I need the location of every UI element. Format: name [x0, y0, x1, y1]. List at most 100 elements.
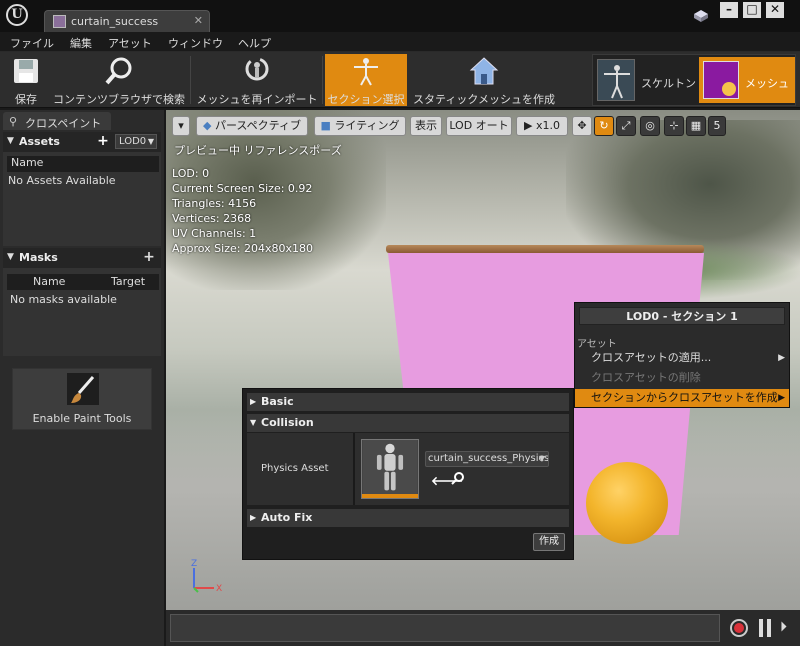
save-icon [14, 59, 38, 83]
tab-close-icon[interactable]: ✕ [194, 14, 203, 27]
skeleton-mode-label[interactable]: スケルトン [641, 75, 696, 91]
physics-asset-thumbnail[interactable] [361, 439, 419, 499]
apply-cloth-asset-item[interactable]: クロスアセットの適用... ▶ [575, 349, 789, 367]
chevron-down-icon: ▼ [147, 137, 154, 146]
section-select-label: セクション選択 [327, 93, 405, 106]
collision-category[interactable]: ▼ Collision [247, 414, 569, 432]
translate-tool-button[interactable]: ✥ [572, 116, 592, 136]
submenu-arrow-icon: ▶ [778, 393, 785, 403]
viewport-options-button[interactable]: ▾ [172, 116, 190, 136]
document-tab-label: curtain_success [71, 15, 159, 28]
timeline-scrubber[interactable] [170, 614, 720, 642]
lod-selector-value: LOD0 [119, 136, 147, 147]
remove-cloth-asset-item: クロスアセットの削除 [575, 369, 789, 387]
context-menu-title: LOD0 - セクション 1 [579, 307, 785, 325]
property-splitter[interactable] [353, 433, 355, 505]
find-in-content-browser-button[interactable]: コンテンツブラウザで検索 [52, 54, 186, 106]
mesh-mode-button[interactable]: メッシュ [699, 57, 795, 103]
scale-tool-button[interactable]: ⤢ [616, 116, 636, 136]
remove-cloth-asset-label: クロスアセットの削除 [591, 371, 701, 384]
assets-name-column-label: Name [11, 156, 44, 169]
paint-brush-icon [67, 373, 99, 405]
section-context-menu: LOD0 - セクション 1 アセット クロスアセットの適用... ▶ クロスア… [574, 302, 790, 408]
reimport-label: メッシュを再インポート [196, 93, 318, 106]
save-button[interactable]: 保存 [4, 54, 48, 106]
create-cloth-asset-popup: ▶ Basic ▼ Collision Physics Asset curtai… [242, 388, 574, 560]
axis-x-label: X [216, 584, 222, 594]
menu-window[interactable]: ウィンドウ [168, 35, 223, 51]
assets-header-label: Assets [19, 135, 60, 148]
perspective-button[interactable]: ◆ パースペクティブ [196, 116, 308, 136]
menu-bar: ファイル 編集 アセット ウィンドウ ヘルプ [0, 32, 800, 52]
stat-uv-channels: UV Channels: 1 [172, 227, 257, 240]
collapse-arrow-icon: ▼ [7, 136, 14, 146]
masks-target-column[interactable]: Target [111, 275, 145, 288]
masks-list[interactable]: Name Target No masks available [3, 268, 161, 356]
close-window-button[interactable]: ✕ [766, 2, 784, 18]
assets-section-header[interactable]: ▼ Assets + LOD0 ▼ [3, 132, 161, 152]
menu-edit[interactable]: 編集 [70, 35, 92, 51]
collapse-arrow-icon: ▼ [250, 418, 257, 427]
create-cloth-asset-item[interactable]: セクションからクロスアセットを作成 ▶ [575, 389, 789, 407]
menu-asset[interactable]: アセット [108, 35, 152, 51]
menu-help[interactable]: ヘルプ [238, 35, 271, 51]
asset-mode-switcher: スケルトン メッシュ [592, 54, 796, 106]
world-local-button[interactable]: ◎ [640, 116, 660, 136]
mesh-mode-label: メッシュ [745, 77, 789, 90]
create-button[interactable]: 作成 [533, 533, 565, 551]
menu-file[interactable]: ファイル [10, 35, 54, 51]
assets-name-column[interactable]: Name [7, 156, 159, 172]
physics-asset-label: Physics Asset [261, 463, 329, 474]
lighting-button[interactable]: ■ ライティング [314, 116, 406, 136]
show-button[interactable]: 表示 [410, 116, 442, 136]
collision-category-label: Collision [261, 416, 314, 429]
pause-button[interactable] [758, 619, 772, 637]
reimport-mesh-button[interactable]: メッシュを再インポート [194, 54, 320, 106]
playback-speed-button[interactable]: ▶ x1.0 [516, 116, 568, 136]
grid-snap-button[interactable]: ▦ [686, 116, 706, 136]
cloth-paint-panel: ⚲ クロスペイント ▼ Assets + LOD0 ▼ Name No Asset… [0, 110, 164, 646]
add-mask-icon[interactable]: + [141, 249, 157, 265]
perspective-label: パースペクティブ [214, 119, 301, 132]
submenu-arrow-icon: ▶ [778, 353, 785, 363]
maximize-button[interactable]: □ [743, 2, 761, 18]
mesh-mode-icon [703, 61, 739, 99]
basic-category[interactable]: ▶ Basic [247, 393, 569, 411]
make-static-mesh-button[interactable]: スタティックメッシュを作成 [410, 54, 558, 106]
masks-name-column[interactable]: Name [33, 275, 65, 288]
toolbar-separator [190, 56, 191, 104]
grid-size-button[interactable]: 5 [708, 116, 726, 136]
masks-section-header[interactable]: ▼ Masks + [3, 248, 161, 268]
lod-auto-button[interactable]: LOD オート [446, 116, 512, 136]
animation-control-bar: ⏵ [166, 610, 800, 646]
play-icon: ▶ [524, 119, 533, 132]
rotate-tool-button[interactable]: ↻ [594, 116, 614, 136]
physics-body-icon [362, 440, 418, 496]
context-menu-section-label: アセット [577, 339, 617, 350]
create-cloth-asset-label: セクションからクロスアセットを作成 [591, 391, 778, 404]
snap-icon: ⊹ [669, 119, 679, 132]
axis-gizmo-icon: Z X [191, 559, 222, 594]
section-select-button[interactable]: セクション選択 [325, 54, 407, 106]
record-button[interactable] [730, 619, 748, 637]
skeleton-mode-icon[interactable] [597, 59, 635, 101]
add-asset-icon[interactable]: + [95, 133, 111, 149]
surface-snap-button[interactable]: ⊹ [664, 116, 684, 136]
assets-list[interactable]: Name No Assets Available [3, 152, 161, 246]
notification-icon[interactable] [694, 10, 708, 22]
enable-paint-tools-button[interactable]: Enable Paint Tools [12, 368, 152, 430]
cloth-paint-tab[interactable]: ⚲ クロスペイント [3, 112, 111, 130]
stat-triangles: Triangles: 4156 [172, 197, 257, 210]
auto-fix-category[interactable]: ▶ Auto Fix [247, 509, 569, 527]
preview-viewport[interactable]: ▾ ◆ パースペクティブ ■ ライティング 表示 LOD オート ▶ x1.0 … [166, 110, 800, 610]
minimize-button[interactable]: – [720, 2, 738, 18]
physics-asset-dropdown[interactable]: curtain_success_PhysicsAsset ▼ [425, 451, 549, 467]
browse-search-icon[interactable] [451, 471, 465, 485]
step-forward-icon[interactable]: ⏵ [780, 619, 787, 635]
stat-approx-size: Approx Size: 204x80x180 [172, 242, 313, 255]
lod-selector-dropdown[interactable]: LOD0 ▼ [115, 134, 157, 149]
save-label: 保存 [15, 93, 37, 106]
physics-asset-row: Physics Asset curtain_success_PhysicsAss… [247, 433, 569, 505]
collision-sphere [586, 462, 668, 544]
document-tab[interactable]: curtain_success ✕ [44, 10, 210, 32]
